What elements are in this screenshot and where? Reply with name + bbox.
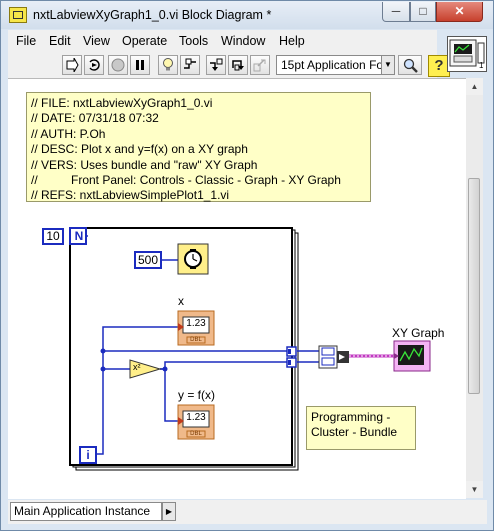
x-indicator-label[interactable]: x — [178, 294, 184, 308]
loop-count-constant[interactable]: 10 — [42, 228, 64, 245]
xy-graph-label[interactable]: XY Graph — [392, 326, 444, 340]
x-indicator-type: DBL — [190, 337, 202, 343]
count-terminal-label: N — [74, 229, 84, 243]
application-instance-field[interactable]: Main Application Instance — [10, 502, 162, 521]
wait-ms-constant[interactable]: 500 — [134, 251, 162, 269]
y-indicator-type: DBL — [190, 431, 202, 437]
y-indicator-label[interactable]: y = f(x) — [178, 388, 215, 402]
bundle-note[interactable]: Programming - Cluster - Bundle — [306, 406, 416, 450]
diagram-graphics — [69, 227, 431, 471]
chevron-right-icon[interactable]: ▶ — [162, 502, 176, 521]
x-indicator-value: 1.23 — [186, 318, 206, 329]
square-function-glyph: x² — [133, 362, 141, 372]
status-bar: Main Application Instance ▶ — [8, 500, 487, 524]
iteration-terminal-label: i — [86, 448, 90, 462]
y-indicator-value: 1.23 — [186, 412, 206, 423]
